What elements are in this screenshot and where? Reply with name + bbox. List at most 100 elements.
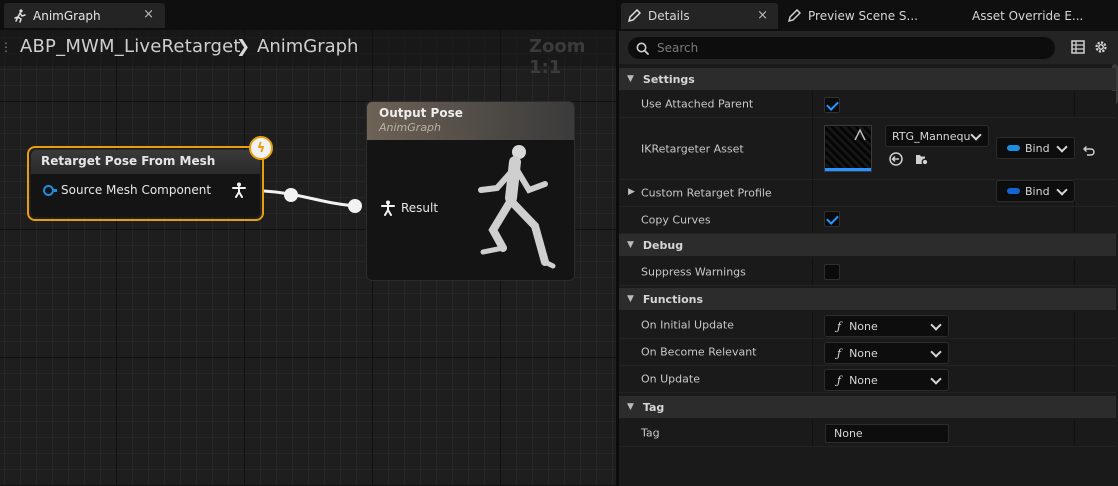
chevron-down-icon: ▼ (627, 294, 634, 304)
chevron-down-icon (1056, 141, 1068, 153)
row-copy-curves: Copy Curves (619, 207, 1116, 234)
column-divider (1074, 258, 1075, 285)
details-panel: Details × Preview Scene S... Asset Overr… (616, 0, 1118, 486)
custom-profile-bind-button[interactable]: Bind (996, 180, 1075, 202)
graph-tab-bar: AnimGraph × (0, 0, 616, 30)
on-become-relevant-dropdown[interactable]: ƒ None (824, 342, 949, 364)
column-divider (1074, 366, 1075, 392)
row-use-attached-parent: Use Attached Parent (619, 91, 1116, 118)
chevron-down-icon (1056, 184, 1068, 196)
source-mesh-pin-label: Source Mesh Component (61, 183, 212, 197)
node-body: Retarget Pose From Mesh Source Mesh Comp… (31, 150, 260, 217)
row-on-become-relevant: On Become Relevant ƒ None (619, 339, 1116, 366)
source-mesh-pin[interactable]: Source Mesh Component (43, 183, 211, 197)
ik-asset-dropdown[interactable]: RTG_Mannequ (885, 125, 989, 147)
right-tab-bar: Details × Preview Scene S... Asset Overr… (619, 0, 1118, 31)
asset-color-bar (825, 168, 871, 171)
prop-label: On Update (641, 372, 700, 386)
section-functions[interactable]: ▼ Functions (619, 288, 1116, 310)
column-divider (812, 180, 813, 206)
pose-input-pin-icon (381, 200, 395, 216)
browse-asset-icon[interactable] (915, 152, 929, 166)
bind-label: Bind (1025, 141, 1050, 155)
chevron-right-icon[interactable]: ▶ (628, 187, 635, 197)
column-divider (1074, 207, 1075, 233)
node-output-header: Output Pose AnimGraph (367, 102, 574, 140)
prop-label: Copy Curves (641, 213, 711, 227)
row-on-initial-update: On Initial Update ƒ None (619, 312, 1116, 339)
column-divider (1074, 339, 1075, 365)
chevron-down-icon: ▼ (627, 402, 634, 412)
function-value: None (849, 346, 878, 360)
row-tag: Tag None (619, 420, 1116, 447)
function-value: None (849, 373, 878, 387)
tab-asset-override-label: Asset Override E... (972, 9, 1084, 23)
column-divider (1074, 420, 1075, 446)
breadcrumb-graph[interactable]: AnimGraph (257, 36, 358, 57)
reset-to-default-icon[interactable] (1081, 143, 1095, 157)
close-icon[interactable]: × (757, 8, 768, 23)
search-icon (636, 42, 649, 55)
tab-animgraph-label: AnimGraph (33, 8, 101, 23)
function-icon: ƒ (837, 346, 842, 360)
asset-thumbnail[interactable] (824, 125, 872, 172)
suppress-warnings-checkbox[interactable] (824, 264, 840, 280)
node-retarget-pose-from-mesh[interactable]: Retarget Pose From Mesh Source Mesh Comp… (27, 146, 264, 221)
editor-window: AnimGraph × ⋮ ABP_MWM_LiveRetarget ❯ Ani… (0, 0, 1118, 486)
ik-asset-bind-button[interactable]: Bind (996, 137, 1075, 159)
breadcrumb-blueprint[interactable]: ABP_MWM_LiveRetarget (20, 36, 241, 57)
on-update-dropdown[interactable]: ƒ None (824, 369, 949, 391)
on-initial-update-dropdown[interactable]: ƒ None (824, 315, 949, 337)
pose-output-pin-icon[interactable] (232, 182, 246, 198)
node-output-pose[interactable]: Output Pose AnimGraph Result (366, 101, 575, 281)
column-divider (812, 91, 813, 117)
search-input[interactable]: Search (628, 37, 1055, 59)
pencil-icon (787, 9, 801, 23)
row-suppress-warnings: Suppress Warnings (619, 258, 1116, 286)
result-pin[interactable]: Result (381, 200, 438, 216)
asset-type-icon (854, 128, 866, 141)
running-figure-icon (14, 8, 26, 23)
pencil-icon (627, 9, 641, 23)
use-attached-parent-checkbox[interactable] (824, 97, 840, 113)
ik-asset-value: RTG_Mannequ (892, 129, 971, 143)
search-bar: Search (619, 31, 1118, 64)
result-pin-label: Result (401, 201, 439, 215)
column-divider (812, 207, 813, 233)
chevron-down-icon: ▼ (627, 74, 634, 84)
column-divider (812, 420, 813, 446)
column-divider (812, 258, 813, 285)
close-icon[interactable]: × (143, 7, 154, 22)
column-divider (812, 339, 813, 365)
breadcrumb-menu-icon[interactable]: ⋮ (0, 40, 12, 54)
column-divider (812, 366, 813, 392)
breadcrumb-separator-icon: ❯ (236, 37, 251, 57)
zoom-level: Zoom 1:1 (529, 36, 586, 78)
prop-label: Suppress Warnings (641, 265, 746, 278)
section-settings-label: Settings (642, 72, 695, 86)
chevron-down-icon (970, 129, 982, 141)
use-selected-asset-icon[interactable] (889, 152, 903, 166)
chevron-down-icon (930, 319, 942, 331)
copy-curves-checkbox[interactable] (824, 211, 840, 227)
tab-details[interactable]: Details × (621, 3, 778, 29)
section-debug[interactable]: ▼ Debug (619, 234, 1116, 256)
node-title: Retarget Pose From Mesh (31, 150, 260, 174)
gear-icon[interactable] (1093, 39, 1109, 55)
search-placeholder: Search (657, 41, 699, 55)
tab-asset-override[interactable]: Asset Override E... (972, 3, 1118, 29)
bind-indicator (1007, 145, 1020, 151)
tab-animgraph[interactable]: AnimGraph × (4, 3, 165, 28)
section-tag[interactable]: ▼ Tag (619, 396, 1116, 418)
graph-editor: AnimGraph × ⋮ ABP_MWM_LiveRetarget ❯ Ani… (0, 0, 616, 486)
column-divider (812, 118, 813, 179)
section-settings[interactable]: ▼ Settings (619, 68, 1116, 90)
table-view-icon[interactable] (1071, 40, 1085, 54)
fast-path-lightning-icon: ϟ (249, 136, 273, 160)
row-custom-retarget-profile: ▶ Custom Retarget Profile Bind (619, 180, 1116, 207)
tab-preview-scene[interactable]: Preview Scene S... (787, 3, 957, 29)
row-on-update: On Update ƒ None (619, 366, 1116, 393)
tab-preview-scene-label: Preview Scene S... (808, 9, 918, 23)
tag-input[interactable]: None (825, 424, 949, 443)
column-divider (812, 312, 813, 338)
